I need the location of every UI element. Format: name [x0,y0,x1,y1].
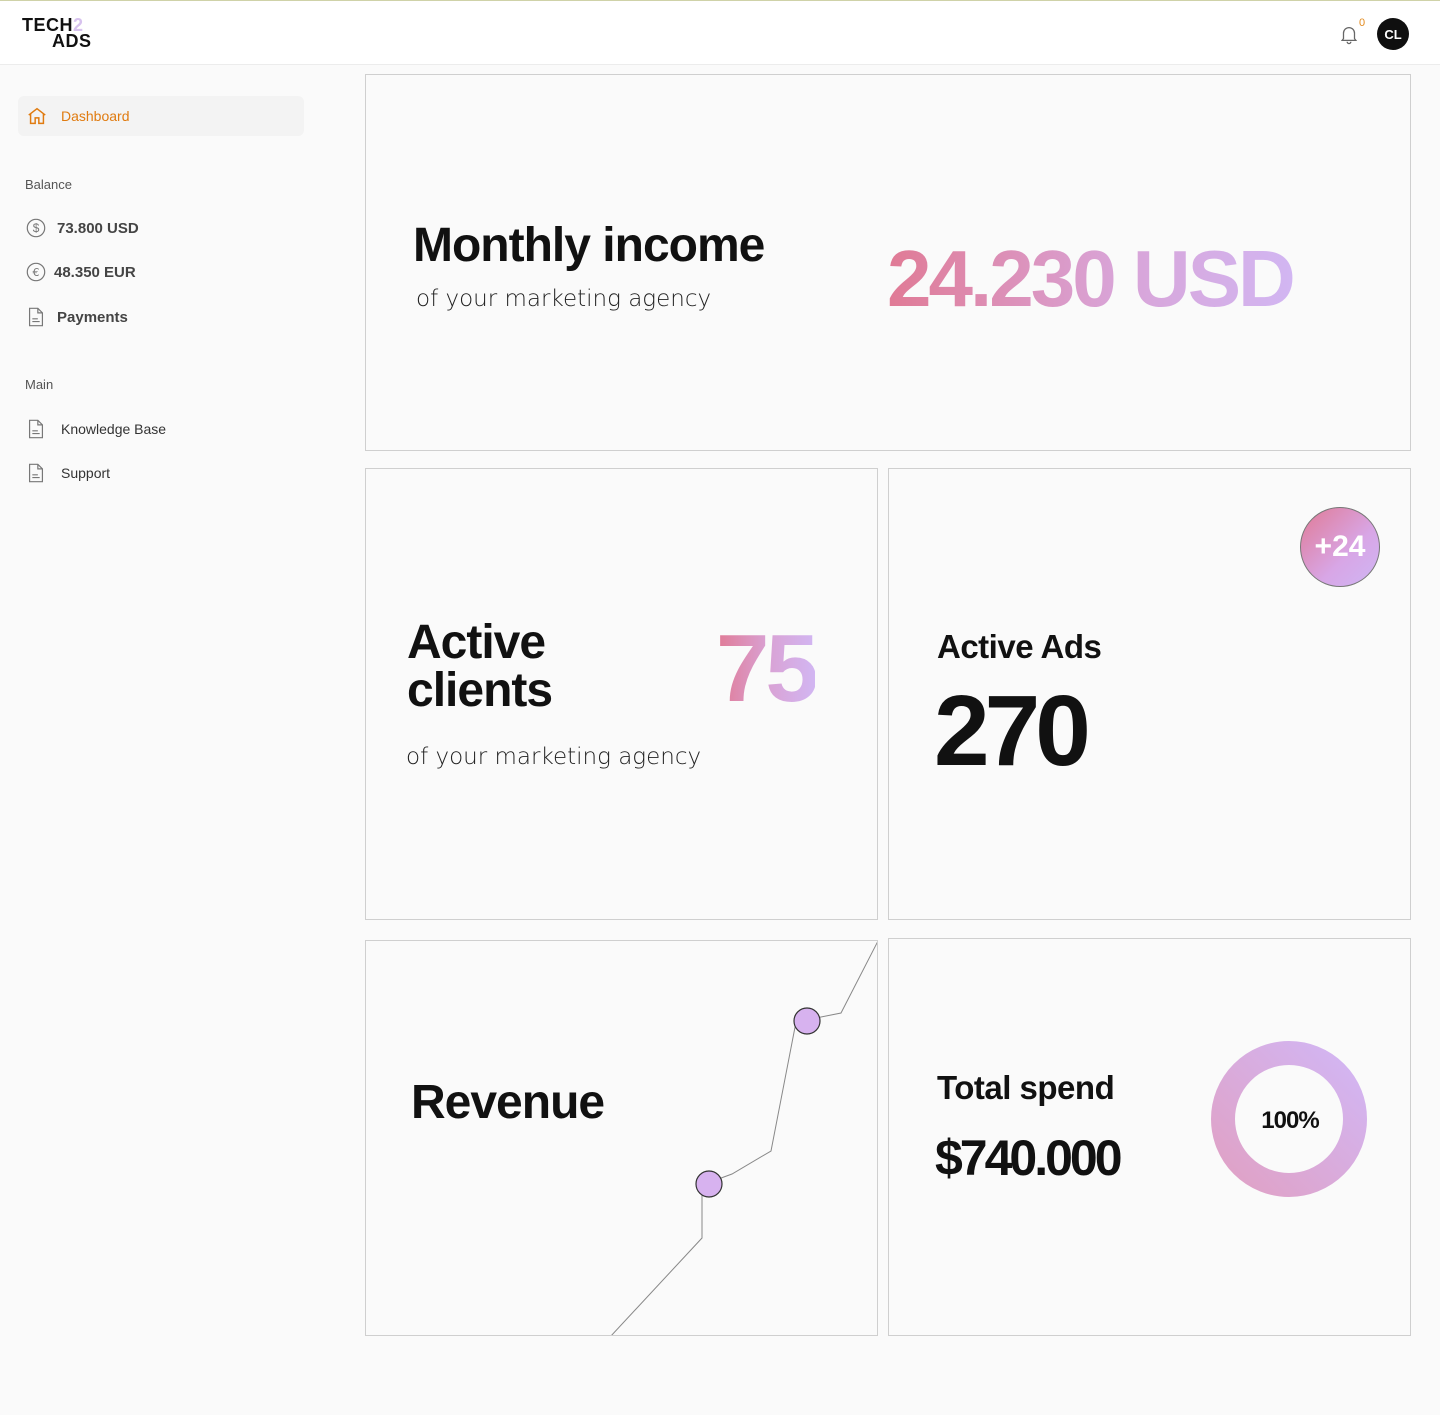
sidebar-item-dashboard[interactable]: Dashboard [18,96,304,136]
document-icon [28,307,44,327]
avatar[interactable]: CL [1377,18,1409,50]
monthly-income-title: Monthly income [413,219,765,272]
sidebar-item-label: Payments [57,308,128,326]
document-icon [28,463,44,483]
euro-icon: € [26,262,46,282]
active-ads-value: 270 [934,675,1091,787]
revenue-line-chart [611,941,877,1335]
monthly-income-subtitle: of your marketing agency [416,286,712,312]
svg-text:€: € [33,266,40,279]
active-clients-title-line: clients [407,664,553,717]
total-spend-donut: 100% [1211,1041,1367,1197]
top-bar: TECH2 ADS 0 CL [0,0,1440,65]
sidebar-item-payments[interactable]: Payments [25,305,128,329]
sidebar-item-label: Dashboard [61,108,130,124]
revenue-point[interactable] [695,1170,723,1198]
sidebar-item-usd-balance[interactable]: $ 73.800 USD [25,216,139,240]
active-ads-change-badge: +24 [1300,507,1380,587]
active-clients-value: 75 [716,615,819,722]
monthly-income-card: Monthly income of your marketing agency … [365,74,1411,451]
sidebar-item-eur-balance[interactable]: € 48.350 EUR [25,260,136,284]
logo-text-ads: ADS [52,31,92,51]
document-icon [28,419,44,439]
brand-logo[interactable]: TECH2 ADS [22,16,92,51]
revenue-line [611,941,877,1335]
section-title-balance: Balance [25,177,72,192]
sidebar-item-label: Support [61,465,111,481]
sidebar-item-label: Knowledge Base [61,421,167,437]
sidebar-item-support[interactable]: Support [25,461,110,485]
bell-icon[interactable] [1338,22,1360,46]
active-clients-title-line: Active [407,616,546,669]
home-icon [28,107,46,125]
section-title-main: Main [25,377,54,392]
sidebar-item-label: 73.800 USD [57,219,139,237]
total-spend-title: Total spend [937,1069,1115,1106]
total-spend-value: $740.000 [935,1130,1123,1186]
sidebar-item-knowledge-base[interactable]: Knowledge Base [25,417,166,441]
notification-count: 0 [1359,17,1366,29]
active-ads-title: Active Ads [937,628,1102,665]
sidebar-item-label: 48.350 EUR [54,263,136,281]
revenue-point[interactable] [793,1007,821,1035]
active-clients-card: Active clients 75 of your marketing agen… [365,468,878,920]
total-spend-card: Total spend $740.000 100% [888,938,1411,1336]
monthly-income-value: 24.230 USD [887,234,1296,323]
revenue-card: Revenue [365,940,878,1336]
dollar-icon: $ [26,218,46,238]
donut-percent-label: 100% [1261,1107,1319,1134]
svg-text:$: $ [33,221,40,235]
active-clients-subtitle: of your marketing agency [406,744,702,770]
sidebar: Dashboard Balance $ 73.800 USD € 48.350 … [0,66,352,706]
active-clients-title: Active clients [407,616,553,717]
